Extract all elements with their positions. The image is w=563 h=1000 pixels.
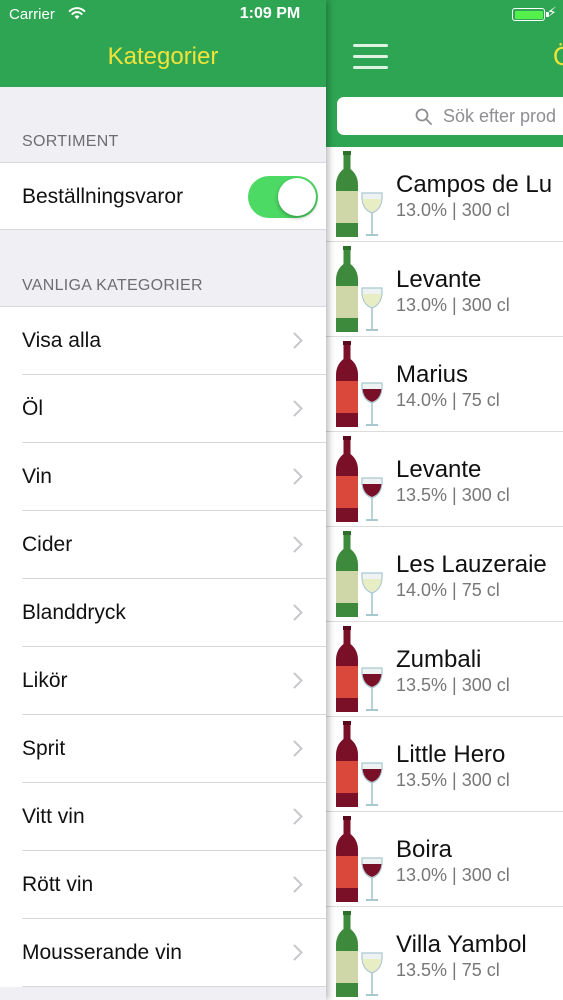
product-name: Little Hero	[396, 741, 506, 768]
product-meta: 13.0% | 300 cl	[396, 865, 510, 885]
category-item[interactable]: Blanddryck	[0, 579, 326, 647]
bestallningsvaror-label: Beställningsvaror	[22, 185, 184, 208]
category-item[interactable]: Vin	[0, 443, 326, 511]
main-title: Ö	[553, 41, 563, 72]
product-meta: 13.5% | 75 cl	[396, 960, 500, 980]
red-wine-bottle-glass-icon	[336, 721, 383, 807]
product-row[interactable]: Levante 13.5% | 300 cl	[326, 432, 563, 527]
product-row[interactable]: Marius 14.0% | 75 cl	[326, 337, 563, 432]
product-row[interactable]: Zumbali 13.5% | 300 cl	[326, 622, 563, 717]
white-wine-bottle-glass-icon	[336, 531, 383, 617]
category-label: Vitt vin	[22, 805, 85, 828]
charging-bolt-icon: ⚡	[547, 5, 557, 21]
category-item[interactable]: Öl	[0, 375, 326, 443]
search-bar: Sök efter prod	[326, 87, 563, 147]
red-wine-bottle-glass-icon	[336, 436, 383, 522]
product-meta: 13.5% | 300 cl	[396, 485, 510, 505]
product-meta: 14.0% | 75 cl	[396, 390, 500, 410]
battery-icon	[512, 8, 549, 21]
product-meta: 13.5% | 300 cl	[396, 675, 510, 695]
product-name: Marius	[396, 361, 469, 388]
product-meta: 13.5% | 300 cl	[396, 770, 510, 790]
chevron-right-icon	[293, 468, 303, 485]
product-row[interactable]: Boira 13.0% | 300 cl	[326, 812, 563, 907]
product-row[interactable]: Villa Yambol 13.5% | 75 cl	[326, 907, 563, 1000]
status-bar: Carrier 1:09 PM	[0, 0, 326, 30]
white-wine-bottle-glass-icon	[336, 151, 383, 237]
category-drawer: Carrier 1:09 PM Kategorier SORTIMENT Bes…	[0, 0, 326, 1000]
category-label: Blanddryck	[22, 601, 126, 624]
category-item[interactable]: Mousserande vin	[0, 919, 326, 987]
status-bar-right: ⚡	[326, 0, 563, 30]
hamburger-menu-icon[interactable]	[353, 44, 388, 70]
chevron-right-icon	[293, 536, 303, 553]
drawer-navbar: Kategorier	[0, 30, 326, 87]
product-row[interactable]: Campos de Lu 13.0% | 300 cl	[326, 147, 563, 242]
chevron-right-icon	[293, 944, 303, 961]
red-wine-bottle-glass-icon	[336, 626, 383, 712]
categories-header: VANLIGA KATEGORIER	[22, 277, 203, 294]
product-name: Zumbali	[396, 646, 482, 673]
category-list: Visa alla Öl Vin Cider Blanddryck Likör Sprit V…	[0, 306, 326, 987]
search-placeholder: Sök efter prod	[443, 106, 557, 126]
search-input[interactable]: Sök efter prod	[337, 97, 563, 135]
main-panel: ⚡ Ö Sök efter prod Campos de Lu13.0% | 3…	[326, 0, 563, 1000]
white-wine-bottle-glass-icon	[336, 246, 383, 332]
main-navbar: Ö	[326, 30, 563, 87]
white-wine-bottle-glass-icon	[336, 911, 383, 997]
product-meta: 14.0% | 75 cl	[396, 580, 500, 600]
chevron-right-icon	[293, 604, 303, 621]
product-name: Levante	[396, 456, 482, 483]
status-time: 1:09 PM	[239, 5, 301, 22]
chevron-right-icon	[293, 876, 303, 893]
category-label: Rött vin	[22, 873, 94, 896]
product-row[interactable]: Levante 13.0% | 300 cl	[326, 242, 563, 337]
product-list: Campos de Lu 13.0% | 300 cl Levante 13.0% |…	[326, 147, 563, 1000]
category-item[interactable]: Likör	[0, 647, 326, 715]
category-item[interactable]: Rött vin	[0, 851, 326, 919]
category-label: Cider	[22, 533, 73, 556]
search-icon	[415, 108, 432, 125]
category-item[interactable]: Cider	[0, 511, 326, 579]
category-label: Mousserande vin	[22, 941, 182, 964]
category-label: Likör	[22, 669, 68, 692]
chevron-right-icon	[293, 740, 303, 757]
bestallningsvaror-row: Beställningsvaror	[0, 162, 326, 230]
chevron-right-icon	[293, 808, 303, 825]
category-item[interactable]: Sprit	[0, 715, 326, 783]
chevron-right-icon	[293, 332, 303, 349]
product-meta: 13.0% | 300 cl	[396, 295, 510, 315]
chevron-right-icon	[293, 400, 303, 417]
category-item[interactable]: Vitt vin	[0, 783, 326, 851]
product-name: Levante	[396, 266, 482, 293]
product-row[interactable]: Little Hero 13.5% | 300 cl	[326, 717, 563, 812]
chevron-right-icon	[293, 672, 303, 689]
category-label: Öl	[22, 397, 43, 420]
product-row[interactable]: Les Lauzeraie 14.0% | 75 cl	[326, 527, 563, 622]
category-item[interactable]: Visa alla	[0, 307, 326, 375]
product-meta: 13.0% | 300 cl	[396, 200, 510, 220]
category-label: Visa alla	[22, 329, 101, 352]
product-name: Campos de Lu	[396, 171, 553, 198]
product-name: Boira	[396, 836, 453, 863]
product-name: Villa Yambol	[396, 931, 527, 958]
category-label: Vin	[22, 465, 52, 488]
sortiment-header: SORTIMENT	[22, 133, 119, 150]
bestallningsvaror-switch[interactable]	[248, 176, 318, 218]
product-name: Les Lauzeraie	[396, 551, 547, 578]
drawer-title: Kategorier	[107, 43, 219, 70]
category-label: Sprit	[22, 737, 66, 760]
red-wine-bottle-glass-icon	[336, 341, 383, 427]
red-wine-bottle-glass-icon	[336, 816, 383, 902]
